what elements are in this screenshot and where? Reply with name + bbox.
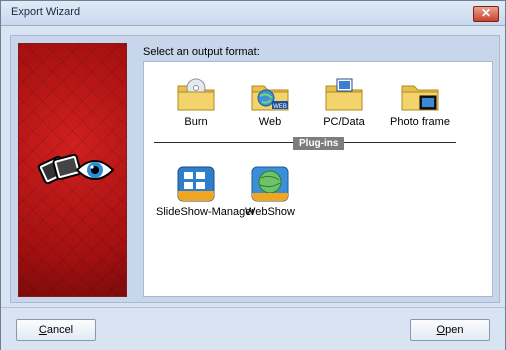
plugins-heading: Plug-ins xyxy=(293,137,345,150)
eye-photos-icon xyxy=(37,153,115,185)
format-label: Web xyxy=(258,116,282,128)
plugin-label: SlideShow-Manager xyxy=(156,206,256,218)
wizard-banner xyxy=(18,43,127,297)
web-folder-icon: WEB xyxy=(250,76,290,112)
plugin-label: WebShow xyxy=(245,206,295,218)
plugin-webshow[interactable]: WebShow xyxy=(230,166,310,218)
title-bar: Export Wizard ✕ xyxy=(1,1,505,26)
format-web[interactable]: WEB Web xyxy=(230,76,310,128)
plugin-slideshow-manager[interactable]: SlideShow-Manager xyxy=(156,166,256,218)
format-pcdata[interactable]: PC/Data xyxy=(304,76,384,128)
pcdata-folder-icon xyxy=(324,76,364,112)
window-title: Export Wizard xyxy=(11,6,81,18)
format-burn[interactable]: Burn xyxy=(156,76,236,128)
svg-text:WEB: WEB xyxy=(273,104,287,110)
wizard-body: Select an output format: Burn WEB Web PC… xyxy=(1,26,505,307)
select-format-label: Select an output format: xyxy=(143,46,260,58)
open-button[interactable]: Open xyxy=(410,319,490,341)
button-bar: Cancel Open xyxy=(1,307,505,350)
format-label: Burn xyxy=(184,116,208,128)
slideshow-manager-icon xyxy=(176,166,216,202)
format-photo-frame[interactable]: Photo frame xyxy=(380,76,460,128)
cancel-button[interactable]: Cancel xyxy=(16,319,96,341)
close-button[interactable]: ✕ xyxy=(473,6,499,22)
format-list: Burn WEB Web PC/Data Photo frame Plug-in… xyxy=(143,61,493,297)
format-label: PC/Data xyxy=(323,116,365,128)
export-wizard-window: Export Wizard ✕ Select an output format:… xyxy=(0,0,506,350)
main-panel: Select an output format: Burn WEB Web PC… xyxy=(10,35,500,303)
photo-frame-folder-icon xyxy=(400,76,440,112)
format-label: Photo frame xyxy=(390,116,450,128)
burn-folder-icon xyxy=(176,76,216,112)
webshow-icon xyxy=(250,166,290,202)
